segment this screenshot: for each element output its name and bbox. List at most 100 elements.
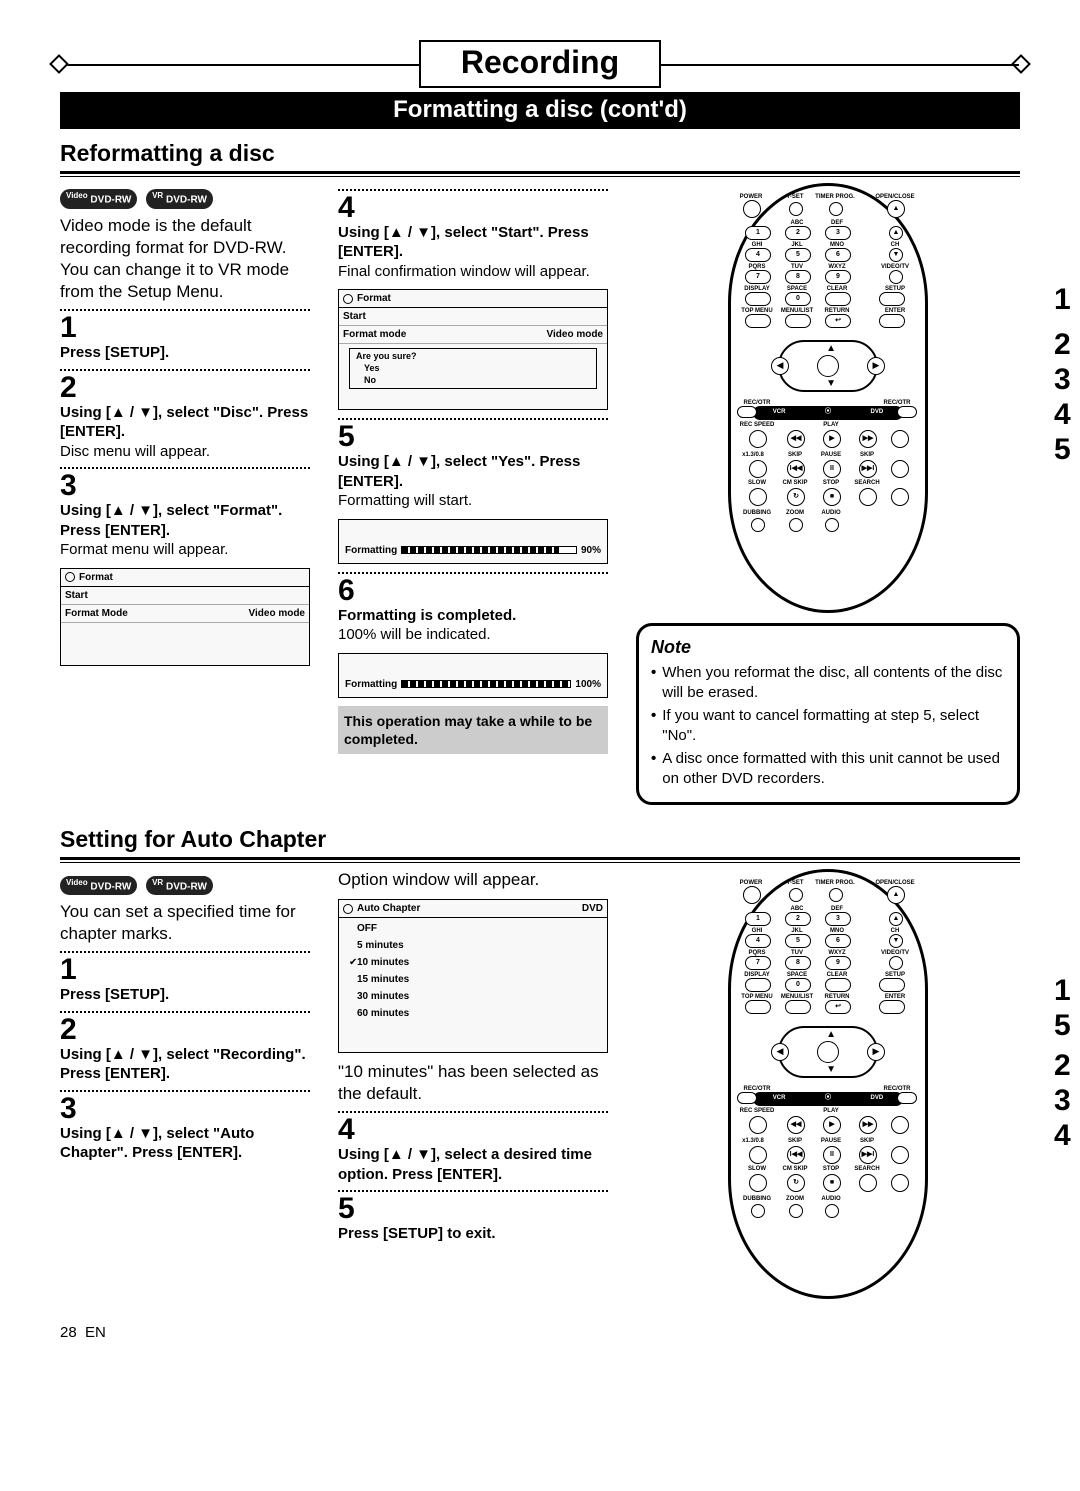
skip-prev[interactable]: I◀◀ bbox=[787, 1146, 805, 1164]
ch-up[interactable]: ▲ bbox=[889, 226, 903, 240]
num-2[interactable]: 2 bbox=[785, 912, 811, 926]
enter-button[interactable] bbox=[879, 314, 905, 328]
slow2-button[interactable] bbox=[749, 1174, 767, 1192]
display-button[interactable] bbox=[745, 978, 771, 992]
tset-button[interactable] bbox=[789, 202, 803, 216]
topmenu-button[interactable] bbox=[745, 1000, 771, 1014]
rew-button[interactable]: ◀◀ bbox=[787, 1116, 805, 1134]
num-7[interactable]: 7 bbox=[745, 956, 771, 970]
cmskip-button[interactable]: ↻ bbox=[787, 1174, 805, 1192]
return-button[interactable]: ↩ bbox=[825, 314, 851, 328]
num-6[interactable]: 6 bbox=[825, 934, 851, 948]
slow-button[interactable] bbox=[749, 1146, 767, 1164]
recspeed-button[interactable] bbox=[749, 430, 767, 448]
play-button[interactable]: ▶ bbox=[823, 430, 841, 448]
cmskip-button[interactable]: ↻ bbox=[787, 488, 805, 506]
recotr-left[interactable] bbox=[737, 406, 757, 418]
clear-button[interactable] bbox=[825, 292, 851, 306]
extra2-button[interactable] bbox=[891, 488, 909, 506]
zoom-button[interactable] bbox=[789, 518, 803, 532]
dpad-enter[interactable] bbox=[817, 355, 839, 377]
num-1[interactable]: 1 bbox=[745, 912, 771, 926]
num-8[interactable]: 8 bbox=[785, 956, 811, 970]
stop-button[interactable]: ■ bbox=[823, 1174, 841, 1192]
dpad-enter[interactable] bbox=[817, 1041, 839, 1063]
num-9[interactable]: 9 bbox=[825, 956, 851, 970]
power-button[interactable] bbox=[743, 886, 761, 904]
num-3[interactable]: 3 bbox=[825, 226, 851, 240]
dubbing-button[interactable] bbox=[751, 518, 765, 532]
recotr-right[interactable] bbox=[897, 1092, 917, 1104]
dpad-right[interactable]: ▶ bbox=[867, 357, 885, 375]
rec-button[interactable] bbox=[891, 1116, 909, 1134]
videotv-button[interactable] bbox=[889, 270, 903, 284]
num-5[interactable]: 5 bbox=[785, 248, 811, 262]
dpad-left[interactable]: ◀ bbox=[771, 357, 789, 375]
stop-button[interactable]: ■ bbox=[823, 488, 841, 506]
num-7[interactable]: 7 bbox=[745, 270, 771, 284]
ffwd-button[interactable]: ▶▶ bbox=[859, 1116, 877, 1134]
num-9[interactable]: 9 bbox=[825, 270, 851, 284]
skip-prev[interactable]: I◀◀ bbox=[787, 460, 805, 478]
pause-button[interactable]: II bbox=[823, 1146, 841, 1164]
num-1[interactable]: 1 bbox=[745, 226, 771, 240]
source-bar[interactable]: VCR⦿DVD bbox=[753, 406, 903, 420]
slow-button[interactable] bbox=[749, 460, 767, 478]
osd-autochapter: Auto ChapterDVD OFF 5 minutes ✔10 minute… bbox=[338, 899, 608, 1053]
ch-down[interactable]: ▼ bbox=[889, 248, 903, 262]
dubbing-button[interactable] bbox=[751, 1204, 765, 1218]
rec-button[interactable] bbox=[891, 430, 909, 448]
setup-button[interactable] bbox=[879, 292, 905, 306]
recspeed-button[interactable] bbox=[749, 1116, 767, 1134]
timer-button[interactable] bbox=[829, 888, 843, 902]
menulist-button[interactable] bbox=[785, 314, 811, 328]
num-2[interactable]: 2 bbox=[785, 226, 811, 240]
slow2-button[interactable] bbox=[749, 488, 767, 506]
extra-button[interactable] bbox=[891, 1146, 909, 1164]
search-button[interactable] bbox=[859, 1174, 877, 1192]
recotr-left[interactable] bbox=[737, 1092, 757, 1104]
menulist-button[interactable] bbox=[785, 1000, 811, 1014]
power-button[interactable] bbox=[743, 200, 761, 218]
recotr-right[interactable] bbox=[897, 406, 917, 418]
dpad[interactable]: ◀ ▲ ▼ ▶ bbox=[778, 1026, 878, 1078]
num-0[interactable]: 0 bbox=[785, 292, 811, 306]
dpad[interactable]: ◀ ▲ ▼ ▶ bbox=[778, 340, 878, 392]
timer-button[interactable] bbox=[829, 202, 843, 216]
search-button[interactable] bbox=[859, 488, 877, 506]
topmenu-button[interactable] bbox=[745, 314, 771, 328]
rew-button[interactable]: ◀◀ bbox=[787, 430, 805, 448]
return-button[interactable]: ↩ bbox=[825, 1000, 851, 1014]
display-button[interactable] bbox=[745, 292, 771, 306]
dpad-left[interactable]: ◀ bbox=[771, 1043, 789, 1061]
videotv-button[interactable] bbox=[889, 956, 903, 970]
open-close-button[interactable]: ▲ bbox=[887, 886, 905, 904]
setup-button[interactable] bbox=[879, 978, 905, 992]
num-0[interactable]: 0 bbox=[785, 978, 811, 992]
play-button[interactable]: ▶ bbox=[823, 1116, 841, 1134]
ch-up[interactable]: ▲ bbox=[889, 912, 903, 926]
num-8[interactable]: 8 bbox=[785, 270, 811, 284]
dpad-right[interactable]: ▶ bbox=[867, 1043, 885, 1061]
num-5[interactable]: 5 bbox=[785, 934, 811, 948]
extra-button[interactable] bbox=[891, 460, 909, 478]
clear-button[interactable] bbox=[825, 978, 851, 992]
pause-button[interactable]: II bbox=[823, 460, 841, 478]
num-3[interactable]: 3 bbox=[825, 912, 851, 926]
ffwd-button[interactable]: ▶▶ bbox=[859, 430, 877, 448]
audio-button[interactable] bbox=[825, 518, 839, 532]
num-4[interactable]: 4 bbox=[745, 248, 771, 262]
extra2-button[interactable] bbox=[891, 1174, 909, 1192]
num-6[interactable]: 6 bbox=[825, 248, 851, 262]
ch-down[interactable]: ▼ bbox=[889, 934, 903, 948]
num-4[interactable]: 4 bbox=[745, 934, 771, 948]
audio-button[interactable] bbox=[825, 1204, 839, 1218]
source-bar[interactable]: VCR⦿DVD bbox=[753, 1092, 903, 1106]
skip-next[interactable]: ▶▶I bbox=[859, 460, 877, 478]
zoom-button[interactable] bbox=[789, 1204, 803, 1218]
tset-button[interactable] bbox=[789, 888, 803, 902]
skip-next[interactable]: ▶▶I bbox=[859, 1146, 877, 1164]
open-close-button[interactable]: ▲ bbox=[887, 200, 905, 218]
enter-button[interactable] bbox=[879, 1000, 905, 1014]
intro-text: You can set a specified time for chapter… bbox=[60, 901, 310, 945]
